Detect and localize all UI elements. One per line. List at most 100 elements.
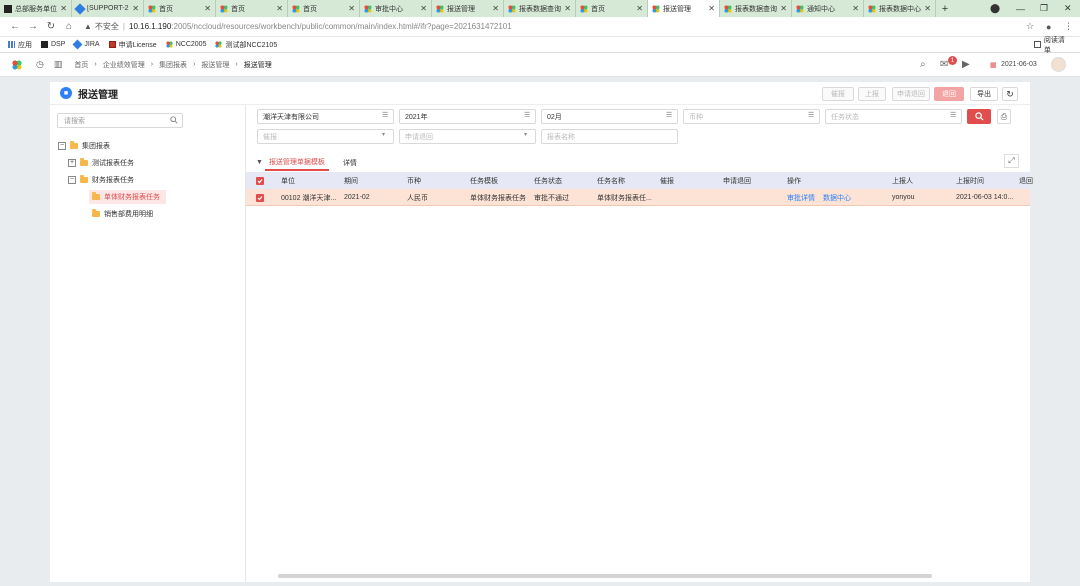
column-header[interactable]: 期间 [344,172,358,189]
url-field[interactable]: ▲ 不安全 | 10.16.1.190 :2005/nccloud/resour… [84,21,512,32]
browser-tab[interactable]: 总部服务单位 ✕ [0,0,72,17]
minimize-icon[interactable]: — [1016,0,1025,17]
column-header[interactable]: 币种 [407,172,421,189]
print-icon[interactable]: ⎙ [997,109,1011,124]
tree-node-selected[interactable]: 单体财务报表任务 [89,190,166,204]
close-icon[interactable]: ✕ [132,4,139,13]
collapse-icon[interactable]: − [68,176,76,184]
fullscreen-icon[interactable]: ⤢ [1004,154,1019,168]
close-icon[interactable]: ✕ [564,4,571,13]
column-header[interactable]: 任务模板 [470,172,498,189]
refresh-icon[interactable]: ↻ [1002,87,1018,101]
column-header[interactable]: 单位 [281,172,295,189]
reading-list[interactable]: 阅读清单 [1034,35,1071,55]
new-tab-button[interactable]: + [936,0,954,17]
column-header[interactable]: 上报时间 [956,172,984,189]
bookmark-license[interactable]: 申请License [108,40,157,50]
bookmark-ncc2005[interactable]: NCC2005 [165,41,206,48]
ncc-logo-icon[interactable] [12,59,22,70]
browser-tab[interactable]: 首页 ✕ [144,0,216,17]
column-header[interactable]: 上报人 [892,172,913,189]
urge-button[interactable]: 催报 [822,87,854,101]
browser-tab[interactable]: 报表数据查询 ✕ [504,0,576,17]
close-icon[interactable]: ✕ [204,4,211,13]
close-icon[interactable]: ✕ [348,4,355,13]
search-icon[interactable] [170,116,178,124]
return-button[interactable]: 退回 [934,87,964,101]
currency-select[interactable]: 币种 ☰ [683,109,820,124]
month-select[interactable]: 02月 ☰ [541,109,678,124]
building-icon[interactable]: ▥ [54,59,63,70]
org-select[interactable]: 潮洋天津有限公司 ☰ [257,109,394,124]
browser-tab[interactable]: 首页 ✕ [576,0,648,17]
report-name-input[interactable]: 报表名称 [541,129,678,144]
star-icon[interactable]: ☆ [1026,21,1034,32]
browser-tab-active[interactable]: 报送管理 ✕ [648,0,720,17]
collapse-icon[interactable]: − [58,142,66,150]
request-return-button[interactable]: 申请退回 [892,87,930,101]
tree-node[interactable]: − 财务报表任务 [68,173,134,187]
tree-node[interactable]: + 测试报表任务 [68,156,134,170]
urge-select[interactable]: 催报 ▾ [257,129,394,144]
tree-node[interactable]: 销售部费用明细 [92,207,153,221]
close-icon[interactable]: ✕ [60,4,67,13]
expand-icon[interactable]: + [68,159,76,167]
browser-tab[interactable]: 报表数据查询 ✕ [720,0,792,17]
data-center-link[interactable]: 数据中心 [823,193,851,203]
row-checkbox[interactable] [256,189,264,206]
collapse-triangle-icon[interactable]: ▼ [256,159,263,166]
breadcrumb-item[interactable]: 企业绩效管理 [103,60,145,70]
browser-tab[interactable]: [SUPPORT-2 ✕ [72,0,144,17]
request-return-select[interactable]: 申请退回 ▾ [399,129,536,144]
browser-tab[interactable]: 首页 ✕ [288,0,360,17]
close-icon[interactable]: ✕ [492,4,499,13]
column-header[interactable]: 催报 [660,172,674,189]
account-icon[interactable]: ● [1046,22,1051,32]
column-header[interactable]: 申请退回 [723,172,751,189]
browser-tab[interactable]: 首页 ✕ [216,0,288,17]
bookmark-dsp[interactable]: DSP [41,41,65,48]
column-header[interactable]: 任务名称 [597,172,625,189]
close-icon[interactable]: ✕ [924,4,931,13]
close-icon[interactable]: ✕ [276,4,283,13]
home-icon[interactable]: ⌂ [62,21,76,32]
close-icon[interactable]: ✕ [636,4,643,13]
tree-node-root[interactable]: − 集团报表 [58,139,110,153]
search-icon[interactable]: ⌕ [920,59,926,70]
column-header[interactable]: 退回 [1019,172,1033,189]
clock-icon[interactable]: ◷ [36,59,44,70]
bookmark-ncc2105[interactable]: 测试部NCC2105 [215,40,277,50]
horizontal-scrollbar[interactable] [278,574,932,578]
table-row[interactable]: 00102 潮洋天津... 2021-02 人民币 单体财务报表任务 审批不通过… [246,189,1030,206]
maximize-icon[interactable]: ❐ [1040,0,1048,17]
window-close-icon[interactable]: ✕ [1064,0,1072,17]
column-header[interactable]: 任务状态 [534,172,562,189]
export-button[interactable]: 导出 [970,87,998,101]
forward-icon[interactable]: → [26,21,40,32]
avatar[interactable] [1051,57,1066,72]
browser-tab[interactable]: 通知中心 ✕ [792,0,864,17]
browser-tab[interactable]: 审批中心 ✕ [360,0,432,17]
report-button[interactable]: 上报 [858,87,886,101]
close-icon[interactable]: ✕ [780,4,787,13]
close-icon[interactable]: ✕ [852,4,859,13]
approval-detail-link[interactable]: 审批详情 [787,193,815,203]
bookmark-jira[interactable]: JIRA [72,39,100,50]
close-icon[interactable]: ✕ [708,4,715,13]
tab-detail[interactable]: 详情 [339,154,361,171]
back-icon[interactable]: ← [8,21,22,32]
column-header[interactable]: 操作 [787,172,801,189]
breadcrumb-item[interactable]: 报送管理 [201,60,229,70]
tree-search-input[interactable]: 请搜索 [57,113,183,128]
search-button[interactable] [967,109,991,124]
reload-icon[interactable]: ↻ [44,21,58,32]
menu-icon[interactable]: ⋮ [1064,21,1073,32]
video-icon[interactable]: ▶ [962,59,970,70]
task-status-select[interactable]: 任务状态 ☰ [825,109,962,124]
select-all-checkbox[interactable] [256,172,264,189]
tab-template[interactable]: 报送管理单据模板 [264,154,329,171]
breadcrumb-item[interactable]: 首页 [74,60,88,70]
bookmark-apps[interactable]: 应用 [8,40,32,50]
profile-dropdown-icon[interactable]: ⬤ [990,0,1000,17]
browser-tab[interactable]: 报表数据中心 ✕ [864,0,936,17]
